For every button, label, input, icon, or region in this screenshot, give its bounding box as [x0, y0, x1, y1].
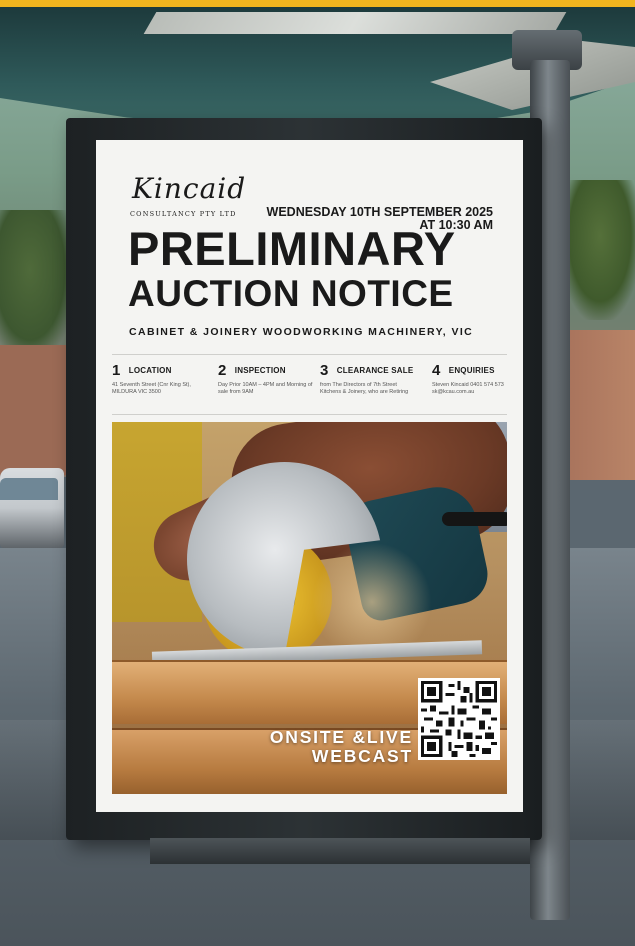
- info-body: from The Directors of 7th Street Kitchen…: [320, 382, 409, 395]
- logo-subtitle: CONSULTANCY PTY LTD: [130, 210, 237, 218]
- poster-title-line2: AUCTION NOTICE: [128, 273, 454, 314]
- car-window: [0, 478, 58, 500]
- info-enquiries: 4 ENQUIRIES Steven Kincaid 0401 574 573 …: [432, 362, 512, 396]
- brick-wall-right: [565, 330, 635, 480]
- divider-bottom: [112, 414, 507, 415]
- info-inspection: 2 INSPECTION Day Prior 10AM – 4PM and Mo…: [218, 362, 313, 396]
- info-heading: INSPECTION: [234, 366, 286, 376]
- billboard-base: [150, 838, 530, 864]
- webcast-line2: WEBCAST: [311, 746, 413, 766]
- logo-wordmark: Kincaid: [132, 172, 247, 205]
- info-number: 4: [432, 362, 441, 380]
- webcast-banner: ONSITE &LIVE WEBCAST: [238, 728, 413, 766]
- webcast-line1: ONSITE &LIVE: [269, 727, 413, 747]
- info-clearance-sale: 3 CLEARANCE SALE from The Directors of 7…: [320, 362, 415, 396]
- tree-left: [0, 210, 75, 360]
- divider-top: [112, 354, 507, 355]
- auction-poster: Kincaid CONSULTANCY PTY LTD WEDNESDAY 10…: [96, 140, 523, 812]
- poster-title-line1: PRELIMINARY: [128, 222, 456, 275]
- info-number: 2: [218, 362, 227, 380]
- info-heading: LOCATION: [128, 366, 172, 376]
- tree-right: [560, 180, 635, 320]
- shelter-roof-beam: [143, 12, 567, 34]
- info-number: 3: [320, 362, 329, 380]
- top-accent-bar: [0, 0, 635, 7]
- info-location: 1 LOCATION 41 Seventh Street (Cnr King S…: [112, 362, 207, 396]
- info-heading: ENQUIRIES: [448, 366, 495, 376]
- info-heading: CLEARANCE SALE: [336, 366, 414, 376]
- qr-code-icon: [418, 678, 500, 760]
- info-body: Steven Kincaid 0401 574 573 sk@kcau.com.…: [432, 382, 504, 395]
- info-number: 1: [112, 362, 121, 380]
- brick-wall-left: [0, 345, 70, 475]
- info-body: Day Prior 10AM – 4PM and Morning of sale…: [218, 382, 313, 395]
- info-body: 41 Seventh Street (Cnr King St), MILDURA…: [112, 382, 191, 395]
- saw-power-cord: [442, 512, 507, 526]
- circular-saw-photo: ONSITE &LIVE WEBCAST: [112, 422, 507, 794]
- poster-subtitle: CABINET & JOINERY WOODWORKING MACHINERY,…: [129, 326, 474, 338]
